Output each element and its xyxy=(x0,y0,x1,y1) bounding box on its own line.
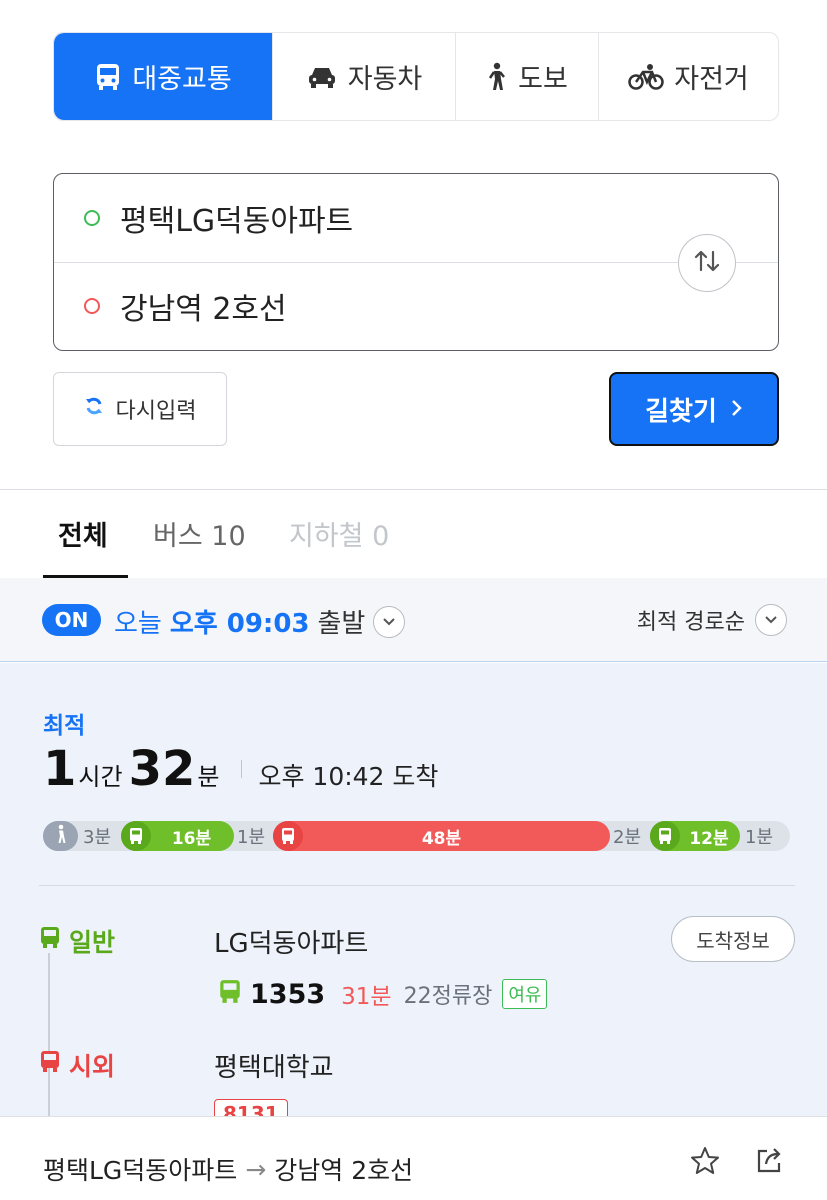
mode-label-bike: 자전거 xyxy=(674,64,749,95)
departure-time[interactable]: 오늘 오후 09:03 출발 xyxy=(114,603,406,640)
mode-tab-walk[interactable]: 도보 xyxy=(455,33,598,120)
bottom-destination: 강남역 2호선 xyxy=(274,1156,414,1185)
tab-all[interactable]: 전체 xyxy=(58,514,108,553)
tab-bus[interactable]: 버스 10 xyxy=(153,514,246,553)
leg1-stop-name: LG덕동아파트 xyxy=(214,929,369,959)
best-route-tag: 최적 xyxy=(43,713,86,739)
tab-subway[interactable]: 지하철 0 xyxy=(289,514,389,553)
origin-dot-icon xyxy=(84,210,100,226)
reset-button[interactable]: 다시입력 xyxy=(53,372,227,446)
mode-tab-bike[interactable]: 자전거 xyxy=(598,33,778,120)
swap-button[interactable] xyxy=(678,234,736,292)
timeline-walk4: 1분 xyxy=(745,827,774,848)
origin-field[interactable]: 평택LG덕동아파트 xyxy=(54,174,778,262)
origin-text: 평택LG덕동아파트 xyxy=(120,204,354,239)
sort-dropdown[interactable]: 최적 경로순 xyxy=(637,604,787,636)
on-toggle[interactable]: ON xyxy=(42,604,101,636)
departure-suffix: 출발 xyxy=(317,609,366,639)
mode-label-transit: 대중교통 xyxy=(132,64,232,95)
bus-icon xyxy=(39,926,61,956)
leg2-bus-number: 8131 xyxy=(223,1102,279,1116)
timeline-walk2: 1분 xyxy=(237,827,266,848)
car-icon xyxy=(306,64,338,90)
chevron-down-icon xyxy=(755,604,787,636)
bottom-route-summary: 평택LG덕동아파트 → 강남역 2호선 xyxy=(43,1151,413,1187)
bus-icon xyxy=(650,821,680,851)
mode-tab-car[interactable]: 자동차 xyxy=(272,33,455,120)
search-label: 길찾기 xyxy=(645,396,717,427)
leg1-type-label: 일반 xyxy=(69,928,116,957)
departure-prefix: 오늘 xyxy=(114,609,162,639)
duration-hour-unit: 시간 xyxy=(78,763,123,791)
leg1-bus-line[interactable]: 1353 31분 22정류장 여유 xyxy=(218,977,548,1011)
route-timeline: 3분 16분 1분 48분 2분 12분 1분 xyxy=(43,821,790,851)
bottom-bar: 평택LG덕동아파트 → 강남역 2호선 xyxy=(0,1116,827,1200)
leg1-bus-number: 1353 xyxy=(250,978,326,1010)
leg-type-intercity: 시외 xyxy=(39,1047,115,1083)
card-divider xyxy=(39,885,795,886)
bus-icon xyxy=(121,821,151,851)
duration-hours: 1 xyxy=(43,741,77,797)
leg2-stop-name: 평택대학교 xyxy=(214,1053,334,1083)
bottom-origin: 평택LG덕동아파트 xyxy=(43,1156,238,1185)
star-icon xyxy=(689,1145,721,1181)
reset-label: 다시입력 xyxy=(115,399,197,424)
leg-connector-line xyxy=(48,953,50,1116)
destination-field[interactable]: 강남역 2호선 xyxy=(54,262,778,350)
refresh-icon xyxy=(84,396,104,422)
timeline-bus3-minutes: 12분 xyxy=(689,828,729,849)
bottom-arrow: → xyxy=(245,1154,267,1184)
leg2-type-label: 시외 xyxy=(69,1052,116,1081)
timeline-bus-segment-3: 12분 xyxy=(650,821,740,851)
duration-separator xyxy=(241,760,243,778)
timeline-walk1: 3분 xyxy=(83,827,112,848)
destination-text: 강남역 2호선 xyxy=(120,292,287,327)
section-divider xyxy=(0,489,827,490)
mode-tab-transit[interactable]: 대중교통 xyxy=(54,33,272,120)
share-button[interactable] xyxy=(751,1145,787,1181)
timeline-bus-segment-1: 16분 xyxy=(121,821,234,851)
mode-label-walk: 도보 xyxy=(518,64,568,95)
timeline-bus1-minutes: 16분 xyxy=(171,828,212,849)
timeline-walk3: 2분 xyxy=(613,827,642,848)
leg1-stop-count: 22정류장 xyxy=(403,984,493,1009)
duration-minutes: 32 xyxy=(128,741,196,797)
duration-minute-unit: 분 xyxy=(197,763,220,791)
destination-dot-icon xyxy=(84,298,100,314)
search-button[interactable]: 길찾기 xyxy=(609,372,779,446)
swap-vertical-icon xyxy=(692,248,722,278)
bike-icon xyxy=(628,63,664,91)
walk-icon xyxy=(486,62,508,92)
total-duration: 1 시간 32 분 오후 10:42 도착 xyxy=(43,741,438,797)
chevron-right-icon xyxy=(731,394,743,424)
chevron-down-icon[interactable] xyxy=(373,605,406,638)
route-input-box: 평택LG덕동아파트 강남역 2호선 xyxy=(53,173,779,351)
transport-mode-tabs: 대중교통 자동차 도보 자전거 xyxy=(53,32,779,121)
departure-time-value: 오후 09:03 xyxy=(169,609,310,639)
timeline-bus2-minutes: 48분 xyxy=(421,828,462,849)
sort-label: 최적 경로순 xyxy=(636,610,745,635)
arrival-time: 오후 10:42 도착 xyxy=(258,762,439,791)
bus-icon xyxy=(218,979,242,1009)
bus-icon xyxy=(39,1050,61,1080)
leg1-wait-minutes: 31분 xyxy=(341,984,392,1010)
route-result-card[interactable]: 최적 1 시간 32 분 오후 10:42 도착 3분 16분 1분 48분 2… xyxy=(0,663,827,1116)
walk-icon xyxy=(54,824,68,849)
leg-type-general: 일반 xyxy=(39,923,115,959)
timeline-bus-segment-2: 48분 xyxy=(273,821,610,851)
mode-label-car: 자동차 xyxy=(347,64,423,95)
arrival-info-button[interactable]: 도착정보 xyxy=(671,916,795,962)
leg2-bus-number-badge[interactable]: 8131 xyxy=(214,1099,288,1116)
page: 대중교통 자동차 도보 자전거 평택LG덕동아파트 강남역 2호선 다시입력 길… xyxy=(0,0,827,1200)
bus-icon xyxy=(273,821,303,851)
share-icon xyxy=(753,1145,785,1181)
crowd-badge: 여유 xyxy=(502,979,548,1009)
favorite-button[interactable] xyxy=(687,1145,723,1181)
bus-icon xyxy=(94,62,122,92)
timeline-walk-segment xyxy=(43,821,78,851)
